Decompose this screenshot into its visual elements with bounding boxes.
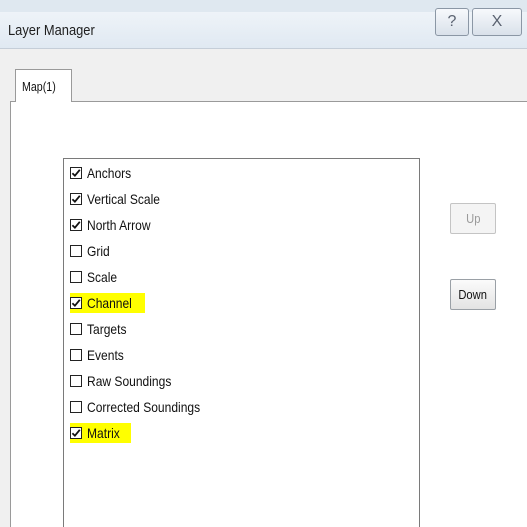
layer-checkbox[interactable] [70, 167, 82, 179]
tab-panel: Anchors Vertical Scale North Arrow Grid … [10, 101, 527, 527]
dialog-body: Map(1) Anchors Vertical Scale North Arro… [0, 49, 527, 527]
layer-checkbox[interactable] [70, 375, 82, 387]
layer-label: Anchors [87, 165, 132, 181]
layer-label: Scale [87, 269, 118, 285]
layer-listbox[interactable]: Anchors Vertical Scale North Arrow Grid … [63, 158, 420, 527]
layer-checkbox[interactable] [70, 193, 82, 205]
layer-label: Vertical Scale [87, 191, 160, 207]
help-button[interactable]: ? [435, 8, 469, 36]
layer-label: Events [87, 347, 124, 363]
up-button-label: Up [465, 211, 481, 226]
layer-item-raw-soundings[interactable]: Raw Soundings [70, 371, 185, 391]
tab-label: Map(1) [22, 79, 56, 94]
layer-label: Channel [87, 295, 132, 311]
layer-item-matrix[interactable]: Matrix [70, 423, 132, 443]
layer-item-corrected-soundings[interactable]: Corrected Soundings [70, 397, 219, 417]
tab-map-1[interactable]: Map(1) [15, 69, 72, 102]
layer-item-scale[interactable]: Scale [70, 267, 122, 287]
down-button[interactable]: Down [450, 279, 496, 310]
layer-item-north-arrow[interactable]: North Arrow [70, 215, 161, 235]
help-icon: ? [447, 13, 457, 30]
layer-item-targets[interactable]: Targets [70, 319, 133, 339]
layer-item-vertical-scale[interactable]: Vertical Scale [70, 189, 172, 209]
layer-item-events[interactable]: Events [70, 345, 130, 365]
layer-checkbox[interactable] [70, 401, 82, 413]
layer-checkbox[interactable] [70, 323, 82, 335]
layer-checkbox[interactable] [70, 349, 82, 361]
layer-label: Targets [87, 321, 127, 337]
layer-checkbox[interactable] [70, 219, 82, 231]
layer-checkbox[interactable] [70, 297, 82, 309]
down-button-label: Down [458, 287, 488, 302]
close-button[interactable]: X [472, 8, 522, 36]
window-title: Layer Manager [8, 22, 95, 39]
layer-label: Corrected Soundings [87, 399, 201, 415]
layer-label: Grid [87, 243, 110, 259]
layer-checkbox[interactable] [70, 427, 82, 439]
layer-item-anchors[interactable]: Anchors [70, 163, 138, 183]
layer-checkbox[interactable] [70, 245, 82, 257]
layer-item-channel[interactable]: Channel [70, 293, 146, 313]
layer-checkbox[interactable] [70, 271, 82, 283]
up-button[interactable]: Up [450, 203, 496, 234]
layer-label: Matrix [87, 425, 120, 441]
layer-label: North Arrow [87, 217, 151, 233]
layer-manager-window: Layer Manager ? X Map(1) Anchors Vertica… [0, 0, 527, 527]
layer-item-grid[interactable]: Grid [70, 241, 113, 261]
layer-label: Raw Soundings [87, 373, 172, 389]
close-icon: X [491, 13, 503, 30]
